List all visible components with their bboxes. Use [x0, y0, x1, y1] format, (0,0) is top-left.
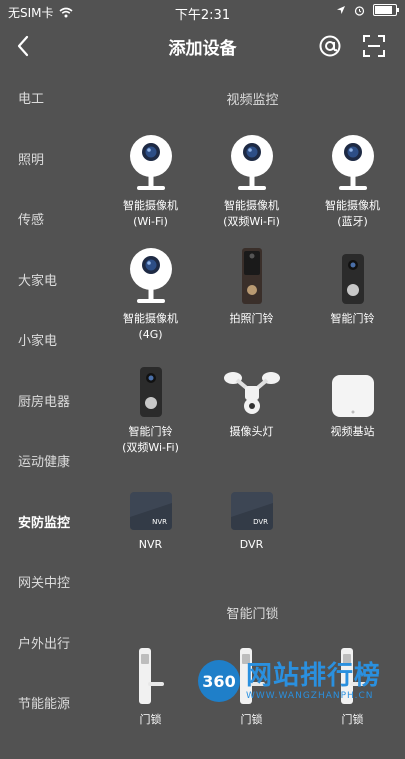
device-card[interactable]: 智能摄像机 (4G) — [100, 245, 201, 358]
device-list: 视频监控 智能摄像机 (Wi-Fi) 智能摄像机 (双频Wi-Fi) 智能摄像机 (蓝牙) 智… — [100, 70, 405, 759]
sidebar-item[interactable]: 小家电 — [0, 312, 100, 373]
battery-icon — [373, 4, 399, 16]
device-card[interactable]: 摄像头灯 — [201, 358, 302, 471]
category-sidebar: 电工 照明 传感 大家电 小家电 厨房电器 运动健康 安防监控 网关中控 户外出行 节能能源 — [0, 70, 100, 736]
camera-icon — [323, 132, 383, 192]
door-lock-icon — [121, 646, 181, 706]
device-card[interactable]: 智能摄像机 (Wi-Fi) — [100, 132, 201, 245]
camera-icon — [121, 245, 181, 305]
device-grid: 智能摄像机 (Wi-Fi) 智能摄像机 (双频Wi-Fi) 智能摄像机 (蓝牙) 智能摄像机… — [100, 132, 405, 584]
device-label: 智能摄像机 — [123, 199, 178, 212]
sidebar-item[interactable]: 电工 — [0, 70, 100, 131]
status-right — [336, 4, 399, 16]
device-label: 门锁 — [341, 713, 364, 726]
page-title: 添加设备 — [168, 39, 237, 59]
watermark-subtitle: WWW.WANGZHANPH.CN — [246, 691, 374, 701]
device-label: 视频基站 — [330, 425, 375, 438]
device-label: NVR — [138, 538, 163, 551]
device-label: 智能摄像机 — [325, 199, 380, 212]
nav-bar: 添加设备 — [0, 28, 405, 64]
device-card[interactable]: NVR NVR — [100, 471, 201, 584]
sidebar-item[interactable]: 户外出行 — [0, 615, 100, 676]
device-sublabel: (4G) — [138, 328, 163, 341]
device-card[interactable]: 智能门铃 — [302, 245, 403, 358]
camera-light-icon — [222, 358, 282, 418]
device-label: 门锁 — [240, 713, 263, 726]
device-card[interactable]: 视频基站 — [302, 358, 403, 471]
watermark-title: 网站排行榜 — [246, 661, 382, 691]
video-base-station-icon — [323, 358, 383, 418]
device-sublabel: (双频Wi-Fi) — [223, 215, 280, 228]
device-card[interactable]: 智能摄像机 (蓝牙) — [302, 132, 403, 245]
scan-icon[interactable] — [362, 34, 386, 58]
watermark-text: 网站排行榜 WWW.WANGZHANPH.CN — [246, 661, 381, 701]
device-card[interactable]: 智能摄像机 (双频Wi-Fi) — [201, 132, 302, 245]
svg-text:NVR: NVR — [152, 518, 167, 526]
at-icon[interactable] — [318, 34, 342, 58]
nvr-icon: NVR — [121, 471, 181, 531]
sidebar-item[interactable]: 网关中控 — [0, 554, 100, 615]
watermark: 360 网站排行榜 WWW.WANGZHANPH.CN — [198, 660, 381, 702]
device-card[interactable]: DVR DVR — [201, 471, 302, 584]
device-label: 智能门铃 — [128, 425, 173, 438]
status-bar: 无SIM卡 下午2:31 — [0, 0, 405, 23]
camera-icon — [121, 132, 181, 192]
sidebar-item[interactable]: 运动健康 — [0, 433, 100, 494]
device-card[interactable]: 智能门铃 (双频Wi-Fi) — [100, 358, 201, 471]
section-title: 智能门锁 — [226, 607, 279, 622]
device-label: 拍照门铃 — [229, 312, 274, 325]
smart-doorbell-icon — [323, 245, 383, 305]
svg-text:DVR: DVR — [253, 518, 268, 526]
smart-doorbell-icon — [121, 358, 181, 418]
device-sublabel: (Wi-Fi) — [133, 215, 168, 228]
device-label: 智能门铃 — [330, 312, 375, 325]
watermark-logo: 360 — [198, 660, 240, 702]
dvr-icon: DVR — [222, 471, 282, 531]
device-card[interactable]: 拍照门铃 — [201, 245, 302, 358]
sidebar-item[interactable]: 安防监控 — [0, 494, 100, 555]
photo-doorbell-icon — [222, 245, 282, 305]
sidebar-item[interactable]: 厨房电器 — [0, 373, 100, 434]
sidebar-item[interactable]: 大家电 — [0, 252, 100, 313]
device-label: 门锁 — [139, 713, 162, 726]
sidebar-item[interactable]: 照明 — [0, 131, 100, 192]
battery-level — [375, 6, 392, 14]
device-label: 摄像头灯 — [229, 425, 274, 438]
camera-icon — [222, 132, 282, 192]
device-sublabel: (蓝牙) — [337, 215, 368, 228]
device-label: 智能摄像机 — [123, 312, 178, 325]
sidebar-item[interactable]: 传感 — [0, 191, 100, 252]
location-arrow-icon — [337, 6, 345, 14]
device-sublabel: (双频Wi-Fi) — [122, 441, 179, 454]
sidebar-item[interactable]: 节能能源 — [0, 675, 100, 736]
device-label: DVR — [239, 538, 264, 551]
alarm-icon — [354, 5, 365, 16]
device-label: 智能摄像机 — [224, 199, 279, 212]
device-card[interactable]: 门锁 — [100, 646, 201, 759]
section-title: 视频监控 — [226, 93, 279, 108]
